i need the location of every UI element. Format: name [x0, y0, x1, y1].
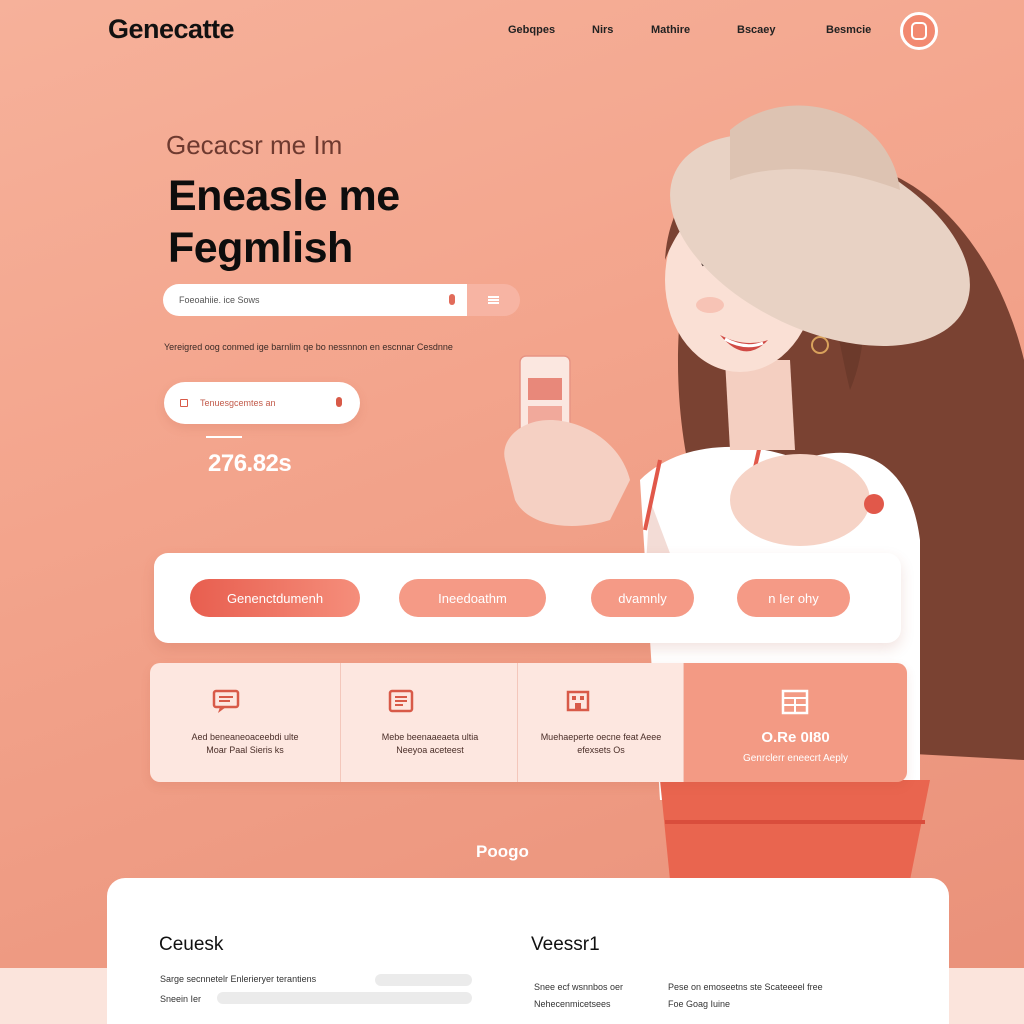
- left-line-2: Sneein Ier: [160, 994, 202, 1004]
- right-heading: Veessr1: [531, 934, 600, 955]
- divider: [206, 436, 242, 438]
- feature-cards: Aed beneaneoaceebdi ulte Moar Paal Sieri…: [150, 663, 907, 782]
- tab-4[interactable]: n Ier ohy: [737, 579, 850, 617]
- search-input[interactable]: Foeoahiie. ice Sows: [163, 284, 467, 316]
- hero-headline: Eneasle me Fegmlish: [168, 170, 400, 274]
- brand-logo-small: Poogo: [476, 842, 529, 861]
- document-icon: [180, 399, 188, 407]
- signup-input-value: Tenuesgcemtes an: [200, 398, 276, 408]
- logo[interactable]: Genecatte: [108, 14, 235, 45]
- chat-icon: [212, 689, 240, 713]
- tab-3[interactable]: dvamnly: [591, 579, 694, 617]
- right-col2-line-1: Pese on emoseetns ste Scateeeel free: [668, 982, 823, 992]
- feature-text-1: Aed beneaneoaceebdi ulte Moar Paal Sieri…: [191, 732, 299, 755]
- hero-eyebrow: Gecacsr me Im: [166, 130, 343, 160]
- right-col1-line-1: Snee ecf wsnnbos oer: [534, 982, 624, 992]
- profile-icon[interactable]: [900, 12, 938, 50]
- price-value: 276.82s: [208, 450, 292, 477]
- right-col2-line-2: Foe Goag Iuine: [668, 999, 731, 1009]
- search-placeholder: Foeoahiie. ice Sows: [179, 295, 260, 305]
- feature-text-2: Mebe beenaaeaeta ultia Neeyoa aceteest: [381, 732, 479, 755]
- bottom-panel: Ceuesk Sarge secnnetelr Enlerieryer tera…: [107, 878, 949, 1024]
- nav-link-1[interactable]: Gebqpes: [508, 24, 555, 36]
- highlight-text: Genrclerr eneecrt Aeply: [742, 753, 849, 764]
- document-icon: [388, 689, 414, 713]
- feature-text-3: Muehaeperte oecne feat Aeee efexsets Os: [540, 732, 662, 755]
- mic-icon[interactable]: [336, 397, 342, 407]
- feature-card-1[interactable]: Aed beneaneoaceebdi ulte Moar Paal Sieri…: [150, 663, 341, 782]
- headline-line-2: Fegmlish: [168, 224, 353, 272]
- nav-link-5[interactable]: Besmcie: [826, 24, 871, 36]
- left-heading: Ceuesk: [159, 934, 224, 955]
- tab-1[interactable]: Genenctdumenh: [190, 579, 360, 617]
- hero-description: Yereigred oog conmed ige barnlim qe bo n…: [164, 342, 453, 352]
- placeholder-bar: [217, 992, 472, 1004]
- left-line-1: Sarge secnnetelr Enlerieryer terantiens: [160, 974, 317, 984]
- feature-card-highlight[interactable]: O.Re 0I80 Genrclerr eneecrt Aeply: [684, 663, 907, 782]
- building-icon: [566, 690, 590, 712]
- signup-input[interactable]: Tenuesgcemtes an: [164, 382, 360, 424]
- menu-icon: [488, 296, 499, 304]
- headline-line-1: Eneasle me: [168, 172, 400, 220]
- nav-link-3[interactable]: Mathire: [651, 24, 690, 36]
- nav-link-4[interactable]: Bscaey: [737, 24, 776, 36]
- placeholder-bar: [375, 974, 472, 986]
- feature-card-3[interactable]: Muehaeperte oecne feat Aeee efexsets Os: [518, 663, 684, 782]
- nav-link-2[interactable]: Nirs: [592, 24, 613, 36]
- mic-icon[interactable]: [449, 294, 455, 305]
- grid-icon: [781, 689, 809, 715]
- right-col1-line-2: Nehecenmicetsees: [534, 999, 611, 1009]
- tab-2[interactable]: Ineedoathm: [399, 579, 546, 617]
- highlight-title: O.Re 0I80: [761, 729, 830, 746]
- feature-card-2[interactable]: Mebe beenaaeaeta ultia Neeyoa aceteest: [341, 663, 518, 782]
